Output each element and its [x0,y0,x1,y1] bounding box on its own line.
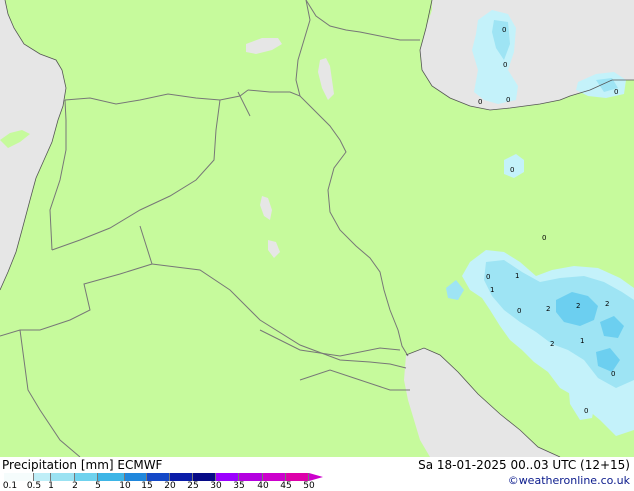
color-legend [4,473,309,481]
value-label: 0 [510,166,514,174]
legend-swatch [263,473,286,481]
legend-arrow-icon [309,473,323,481]
legend-swatch [286,473,309,481]
value-label: 2 [546,305,550,313]
legend-swatch [170,473,193,481]
value-label: 2 [605,300,609,308]
map-title: Precipitation [mm] ECMWF [2,458,163,472]
map-area: 0 0 0 0 0 0 0 1 0 1 0 2 2 2 2 1 0 0 [0,0,634,457]
value-label: 1 [490,286,494,294]
value-label: 0 [614,88,618,96]
precipitation-map: 0 0 0 0 0 0 0 1 0 1 0 2 2 2 2 1 0 0 [0,0,634,457]
legend-swatch [193,473,216,481]
value-label: 0 [517,307,521,315]
value-label: 2 [576,302,580,310]
value-label: 1 [580,337,584,345]
value-label: 1 [515,272,519,280]
value-label: 0 [584,407,588,415]
legend-swatch [239,473,263,481]
legend-swatch [125,473,147,481]
legend-swatch [34,473,51,481]
value-label: 0 [502,26,506,34]
value-label: 0 [506,96,510,104]
value-label: 0 [486,273,490,281]
value-label: 2 [550,340,554,348]
value-label: 0 [611,370,615,378]
forecast-datetime: Sa 18-01-2025 00..03 UTC (12+15) [418,458,630,472]
footer: Precipitation [mm] ECMWF Sa 18-01-2025 0… [0,457,634,491]
legend-swatch [147,473,170,481]
copyright-text: ©weatheronline.co.uk [507,474,630,487]
value-label: 0 [478,98,482,106]
value-label: 0 [503,61,507,69]
legend-swatch [98,473,125,481]
value-label: 0 [542,234,546,242]
legend-swatch [75,473,98,481]
legend-swatch [216,473,239,481]
legend-swatch [4,473,34,481]
legend-swatch [51,473,75,481]
